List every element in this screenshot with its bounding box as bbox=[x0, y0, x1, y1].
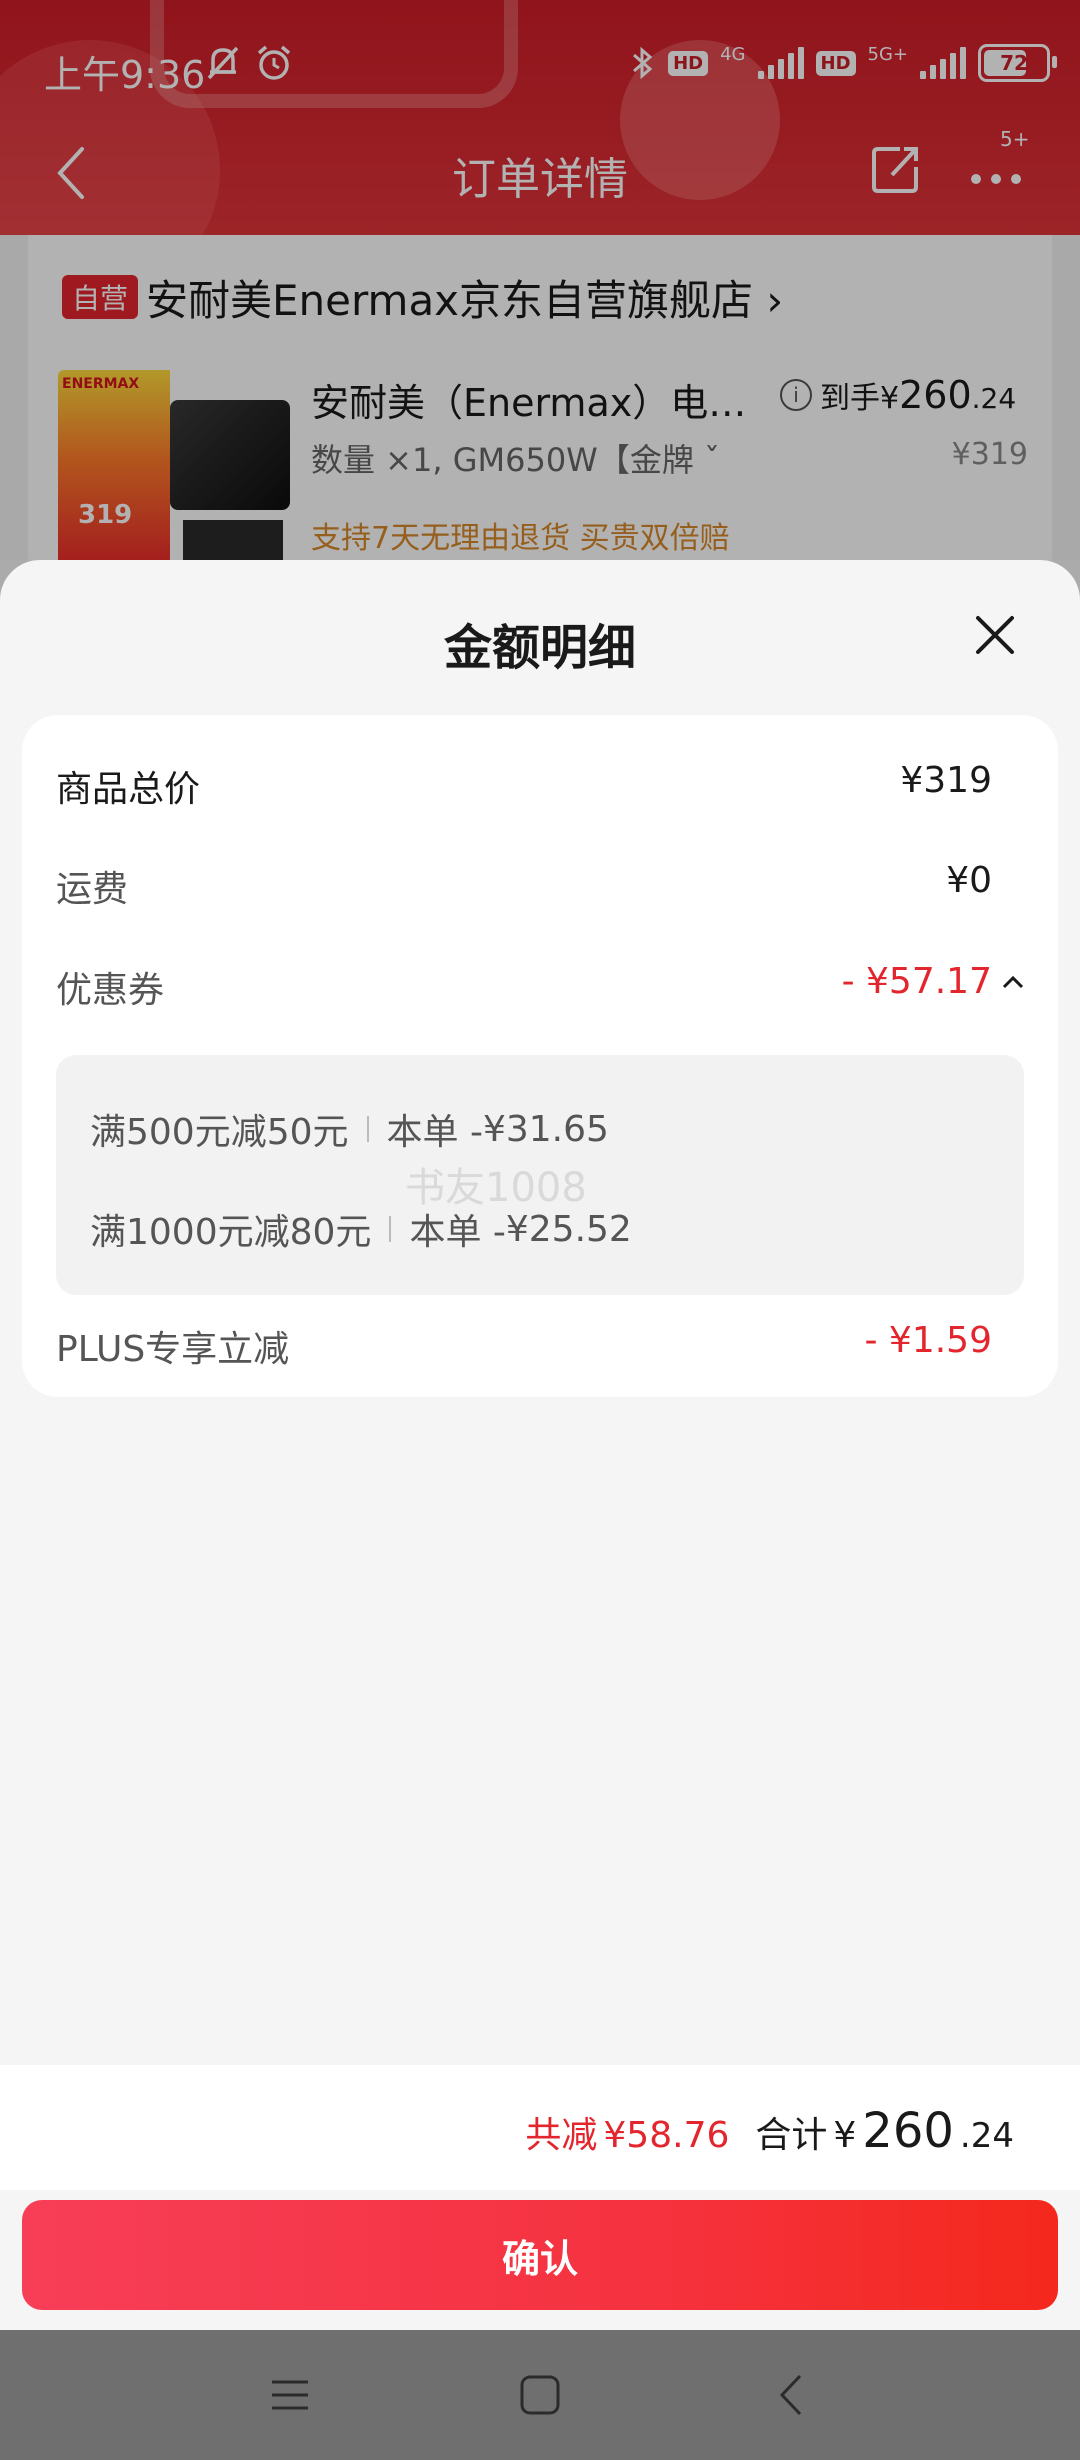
confirm-button[interactable]: 确认 bbox=[22, 2200, 1058, 2310]
summary: 共减 ¥58.76 合计 ¥260.24 bbox=[525, 2103, 1014, 2159]
coupon-item: 满500元减50元 本单 - ¥31.65 bbox=[90, 1103, 609, 1155]
saved-amount: ¥58.76 bbox=[603, 2115, 730, 2156]
chevron-up-icon bbox=[1002, 975, 1024, 988]
system-nav-bar bbox=[0, 2330, 1080, 2460]
coupon-amount-label: 本单 - bbox=[386, 1112, 483, 1153]
watermark: 书友1008 bbox=[405, 1165, 587, 1211]
back-nav-icon[interactable] bbox=[776, 2370, 806, 2420]
sheet-title: 金额明细 bbox=[443, 620, 636, 676]
close-icon[interactable] bbox=[970, 610, 1020, 660]
total-label: 合计 bbox=[755, 2115, 828, 2156]
shipping-value: ¥0 bbox=[946, 860, 992, 901]
goods-total-value: ¥319 bbox=[900, 760, 992, 801]
goods-total-label: 商品总价 bbox=[56, 769, 201, 810]
plus-discount-label: PLUS专享立减 bbox=[56, 1329, 290, 1370]
plus-discount-value: - ¥1.59 bbox=[864, 1320, 993, 1361]
summary-bar: 共减 ¥58.76 合计 ¥260.24 bbox=[0, 2065, 1080, 2190]
divider bbox=[389, 1216, 392, 1242]
coupon-amount: ¥31.65 bbox=[482, 1108, 609, 1150]
coupon-label: 优惠券 bbox=[56, 970, 165, 1011]
coupon-toggle[interactable]: - ¥57.17 bbox=[842, 961, 1026, 1002]
coupon-rule: 满500元减50元 bbox=[90, 1112, 349, 1153]
total-dec: .24 bbox=[959, 2116, 1014, 2156]
detail-card: 商品总价 ¥319 运费 ¥0 优惠券 - ¥57.17 满500元减50元 本… bbox=[22, 715, 1058, 1397]
home-icon[interactable] bbox=[518, 2370, 562, 2420]
total-yen: ¥ bbox=[833, 2115, 857, 2156]
menu-icon[interactable] bbox=[270, 2370, 310, 2420]
shipping-label: 运费 bbox=[56, 869, 129, 910]
saved-label: 共减 bbox=[525, 2115, 598, 2156]
coupon-rule: 满1000元减80元 bbox=[90, 1212, 372, 1253]
coupon-amount: ¥25.52 bbox=[505, 1208, 632, 1250]
coupon-value: - ¥57.17 bbox=[841, 961, 992, 1002]
divider bbox=[366, 1116, 369, 1142]
total-int: 260 bbox=[862, 2103, 954, 2159]
